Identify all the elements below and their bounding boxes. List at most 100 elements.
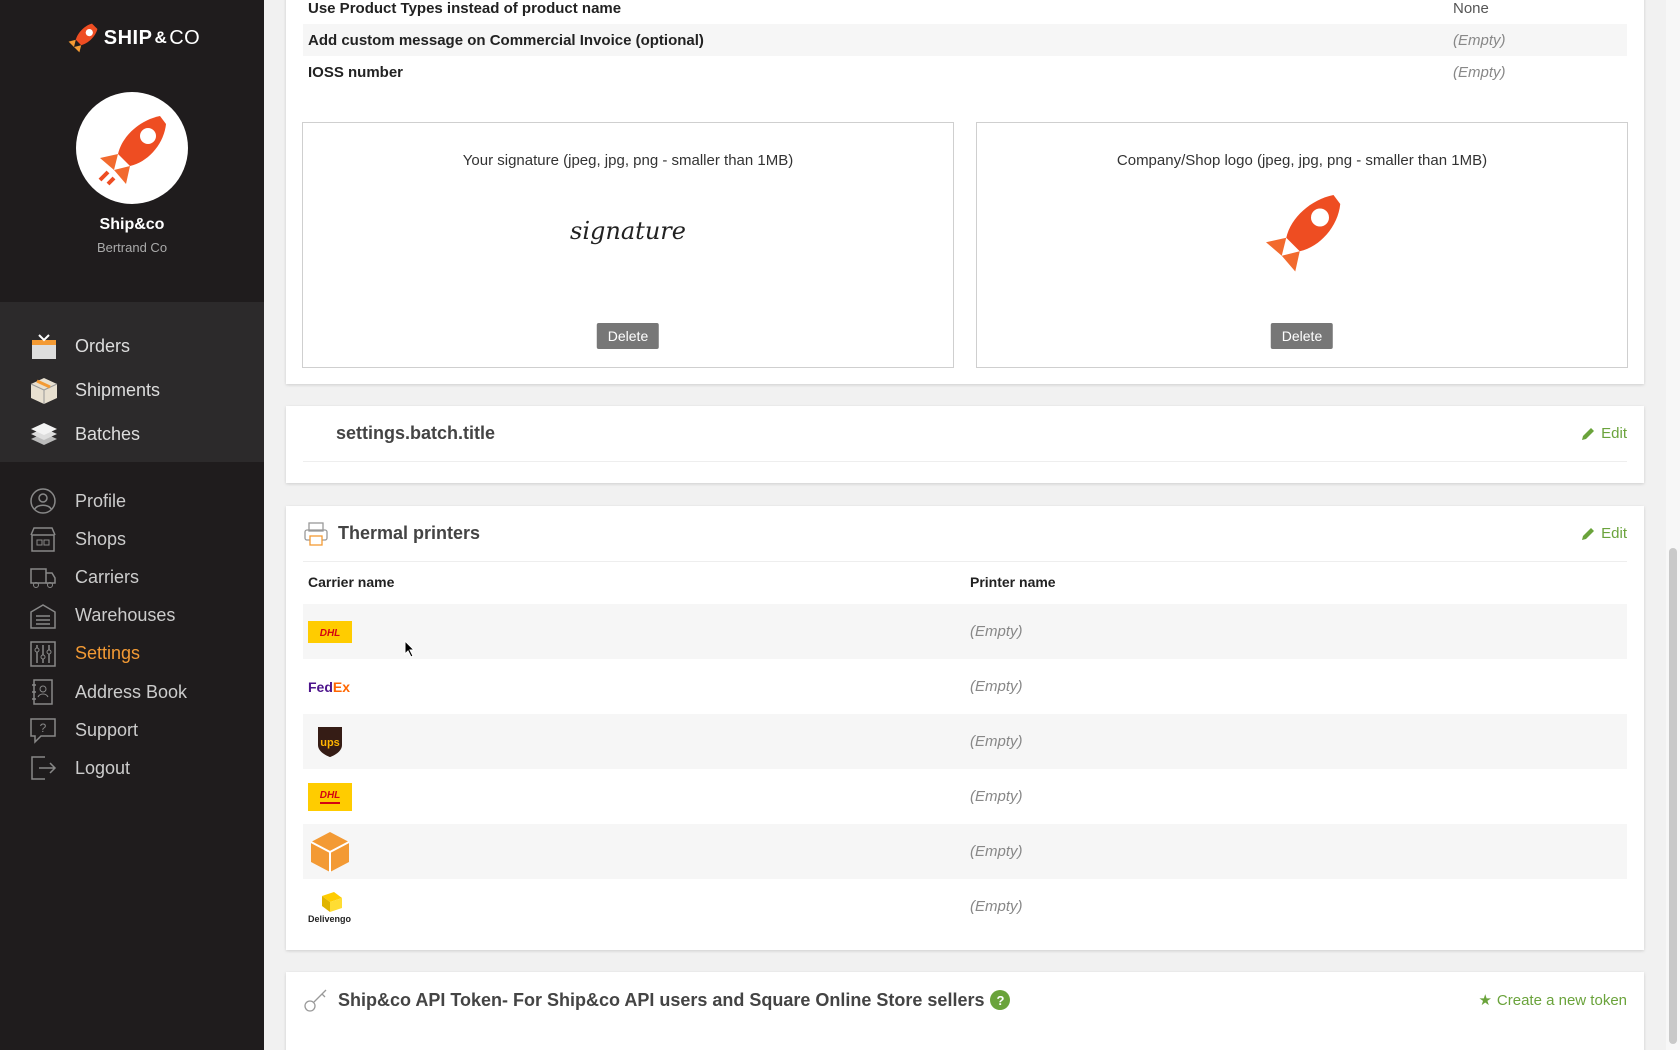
- star-icon: ★: [1478, 992, 1492, 1009]
- nav-batches-label: Batches: [75, 423, 141, 444]
- signature-upload[interactable]: Your signature (jpeg, jpg, png - smaller…: [302, 122, 954, 368]
- create-token-label: Create a new token: [1496, 991, 1627, 1009]
- nav-support[interactable]: ? Support: [0, 711, 264, 749]
- help-icon[interactable]: ?: [990, 990, 1011, 1010]
- signature-upload-title: Your signature (jpeg, jpg, png - smaller…: [462, 152, 794, 169]
- printer-name: (Empty): [970, 898, 1023, 915]
- svg-text:DHL: DHL: [320, 790, 341, 801]
- nav-settings-label: Settings: [75, 643, 141, 664]
- custom-carrier-box-icon: [303, 830, 970, 874]
- pencil-icon: [1582, 527, 1595, 540]
- account-company: Bertrand Co: [96, 240, 168, 255]
- secondary-nav: Profile Shops Carriers Warehouses Settin…: [0, 482, 264, 788]
- brand-co: CO: [169, 26, 201, 49]
- nav-shipments-label: Shipments: [75, 379, 161, 400]
- logo-preview: [1252, 183, 1352, 279]
- nav-support-label: Support: [75, 719, 139, 740]
- table-row[interactable]: DHL (Empty): [303, 604, 1627, 659]
- fedex-fed: Fed: [308, 678, 333, 695]
- setting-value: (Empty): [1453, 63, 1506, 81]
- nav-logout[interactable]: Logout: [0, 749, 264, 787]
- printer-icon: [304, 521, 328, 546]
- table-row[interactable]: Delivengo (Empty): [303, 879, 1627, 934]
- nav-carriers[interactable]: Carriers: [0, 558, 264, 596]
- col-printer-name: Printer name: [970, 574, 1056, 590]
- delete-logo-button[interactable]: Delete: [1270, 323, 1334, 349]
- nav-profile-label: Profile: [75, 490, 127, 511]
- printers-edit-label: Edit: [1601, 525, 1627, 542]
- setting-row-ioss[interactable]: IOSS number (Empty): [303, 56, 1627, 88]
- setting-label: IOSS number: [308, 63, 404, 81]
- nav-address-book[interactable]: Address Book: [0, 673, 264, 711]
- rocket-logo-icon: [68, 23, 98, 53]
- support-icon: ?: [28, 715, 58, 745]
- api-token-title: Ship&co API Token- For Ship&co API users…: [338, 989, 985, 1010]
- brand-logo[interactable]: SHIP & CO: [64, 20, 200, 56]
- brand-main: SHIP: [103, 26, 153, 49]
- table-row[interactable]: (Empty): [303, 824, 1627, 879]
- pencil-icon: [1582, 427, 1595, 440]
- signature-image-text: signature: [570, 217, 686, 245]
- nav-warehouses[interactable]: Warehouses: [0, 597, 264, 635]
- profile-icon: [28, 486, 58, 516]
- scrollbar[interactable]: [1666, 0, 1680, 1050]
- printer-name: (Empty): [970, 623, 1023, 640]
- scrollbar-thumb[interactable]: [1669, 548, 1677, 1044]
- delete-signature-button[interactable]: Delete: [596, 323, 660, 349]
- create-token-link[interactable]: ★ Create a new token: [1478, 991, 1627, 1010]
- table-row[interactable]: ups (Empty): [303, 714, 1627, 769]
- key-icon: [304, 989, 327, 1012]
- nav-address-book-label: Address Book: [75, 681, 188, 702]
- mouse-cursor-icon: [404, 639, 416, 663]
- api-panel-header: Ship&co API Token- For Ship&co API users…: [303, 972, 1627, 1028]
- sidebar: SHIP & CO Ship&co Bertrand Co Orders Shipm…: [0, 0, 264, 1050]
- ups-logo: ups: [303, 725, 970, 759]
- api-token-panel: Ship&co API Token- For Ship&co API users…: [286, 972, 1644, 1050]
- logo-upload-title: Company/Shop logo (jpeg, jpg, png - smal…: [1116, 152, 1488, 169]
- batch-settings-panel: settings.batch.title Edit: [286, 406, 1644, 483]
- batch-edit-label: Edit: [1601, 425, 1627, 442]
- printers-table-header: Carrier name Printer name: [303, 574, 1627, 590]
- table-row[interactable]: DHL (Empty): [303, 769, 1627, 824]
- printers-title: Thermal printers: [338, 523, 481, 543]
- signature-preview: signature: [570, 183, 686, 279]
- address-book-icon: [28, 677, 58, 707]
- brand[interactable]: SHIP & CO: [0, 20, 264, 61]
- rocket-avatar-icon: [98, 116, 166, 186]
- orders-box-icon: [28, 330, 60, 362]
- svg-text:DHL: DHL: [320, 628, 341, 639]
- rocket-logo-preview-icon: [1266, 195, 1341, 272]
- brand-amp: &: [154, 28, 168, 47]
- table-row[interactable]: Fed Ex (Empty): [303, 659, 1627, 714]
- account-info: Ship&co Bertrand Co: [0, 216, 264, 255]
- nav-warehouses-label: Warehouses: [75, 605, 176, 626]
- setting-row-custom-message[interactable]: Add custom message on Commercial Invoice…: [303, 24, 1627, 56]
- avatar[interactable]: [76, 92, 188, 204]
- nav-shops[interactable]: Shops: [0, 520, 264, 558]
- batch-panel-header: settings.batch.title Edit: [303, 406, 1627, 462]
- nav-shipments[interactable]: Shipments: [0, 368, 264, 412]
- batch-title: settings.batch.title: [336, 423, 496, 443]
- nav-shops-label: Shops: [75, 528, 127, 549]
- shipment-box-icon: [28, 374, 60, 406]
- shop-icon: [28, 524, 58, 554]
- nav-profile[interactable]: Profile: [0, 482, 264, 520]
- printers-edit-link[interactable]: Edit: [1580, 525, 1627, 542]
- logo-upload[interactable]: Company/Shop logo (jpeg, jpg, png - smal…: [976, 122, 1628, 368]
- nav-settings[interactable]: Settings: [0, 635, 264, 673]
- batch-edit-link[interactable]: Edit: [1580, 425, 1627, 442]
- nav-orders-label: Orders: [75, 335, 131, 356]
- printer-name: (Empty): [970, 843, 1023, 860]
- setting-row-product-types[interactable]: Use Product Types instead of product nam…: [303, 0, 1627, 24]
- invoice-settings-panel: Use Product Types instead of product nam…: [286, 0, 1644, 384]
- warehouse-icon: [28, 601, 58, 631]
- nav-batches[interactable]: Batches: [0, 412, 264, 456]
- delivengo-logo: Delivengo: [303, 890, 970, 924]
- dhl-ecommerce-logo: DHL: [303, 782, 970, 811]
- truck-icon: [28, 562, 58, 592]
- nav-logout-label: Logout: [75, 757, 131, 778]
- nav-orders[interactable]: Orders: [0, 324, 264, 368]
- col-carrier-name: Carrier name: [308, 574, 395, 590]
- thermal-printers-panel: Thermal printers Edit Carrier name Print…: [286, 506, 1644, 950]
- printer-name: (Empty): [970, 733, 1023, 750]
